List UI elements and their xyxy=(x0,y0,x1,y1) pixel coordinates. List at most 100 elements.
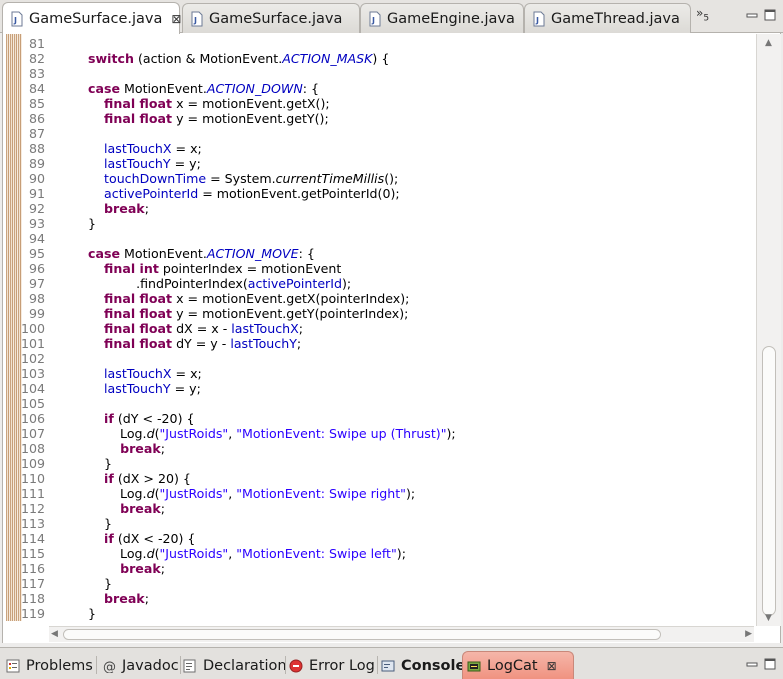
code-text: if (dY < -20) { xyxy=(56,411,194,426)
code-line[interactable]: 101 final float dY = y - lastTouchY; xyxy=(3,336,753,351)
keyword-token: switch xyxy=(88,51,134,66)
code-line[interactable]: 104 lastTouchY = y; xyxy=(3,381,753,396)
tab-javadoc[interactable]: @ Javadoc xyxy=(102,651,179,679)
code-text: switch (action & MotionEvent.ACTION_MASK… xyxy=(56,51,389,66)
code-line[interactable]: 89 lastTouchY = y; xyxy=(3,156,753,171)
code-text: lastTouchY = y; xyxy=(56,156,201,171)
java-file-icon: J xyxy=(191,11,203,27)
line-number: 81 xyxy=(28,36,45,51)
tab-logcat-active[interactable]: LogCat ⊠ xyxy=(462,651,574,679)
vertical-scroll-thumb[interactable] xyxy=(762,346,776,616)
editor-tab-gamesurface[interactable]: J GameSurface.java xyxy=(182,3,360,33)
code-line[interactable]: 111 Log.d("JustRoids", "MotionEvent: Swi… xyxy=(3,486,753,501)
vertical-scrollbar[interactable]: ▲ ▼ xyxy=(756,34,781,626)
code-line[interactable]: 106 if (dY < -20) { xyxy=(3,411,753,426)
tab-overflow-chevron[interactable]: »5 xyxy=(696,6,709,23)
tab-declaration[interactable]: Declaration xyxy=(183,651,287,679)
scroll-left-icon[interactable]: ◀ xyxy=(51,629,58,639)
code-line[interactable]: 107 Log.d("JustRoids", "MotionEvent: Swi… xyxy=(3,426,753,441)
code-line[interactable]: 108 break; xyxy=(3,441,753,456)
editor-tab-label: GameSurface.java xyxy=(29,10,163,27)
code-text: .findPointerIndex(activePointerId); xyxy=(56,276,351,291)
code-editor[interactable]: 81 82 switch (action & MotionEvent.ACTIO… xyxy=(2,33,781,643)
code-line[interactable]: 113 } xyxy=(3,516,753,531)
code-line[interactable]: 103 lastTouchX = x; xyxy=(3,366,753,381)
error-log-icon xyxy=(289,659,303,673)
code-line[interactable]: 109 } xyxy=(3,456,753,471)
code-line[interactable]: 98 final float x = motionEvent.getX(poin… xyxy=(3,291,753,306)
code-line[interactable]: 110 if (dX > 20) { xyxy=(3,471,753,486)
code-line[interactable]: 85 final float x = motionEvent.getX(); xyxy=(3,96,753,111)
code-lines[interactable]: 81 82 switch (action & MotionEvent.ACTIO… xyxy=(3,36,753,621)
code-line[interactable]: 90 touchDownTime = System.currentTimeMil… xyxy=(3,171,753,186)
code-token: = x; xyxy=(171,366,202,381)
line-number: 101 xyxy=(20,336,45,351)
scroll-right-icon[interactable]: ▶ xyxy=(745,629,752,639)
code-token: ) { xyxy=(372,51,390,66)
code-line[interactable]: 96 final int pointerIndex = motionEvent xyxy=(3,261,753,276)
line-number: 119 xyxy=(20,606,45,621)
code-text: break; xyxy=(56,201,149,216)
code-token: (dX < -20) { xyxy=(113,531,196,546)
view-tab-label: LogCat xyxy=(487,658,538,674)
code-line[interactable]: 102 xyxy=(3,351,753,366)
code-line[interactable]: 88 lastTouchX = x; xyxy=(3,141,753,156)
code-line[interactable]: 91 activePointerId = motionEvent.getPoin… xyxy=(3,186,753,201)
tab-problems[interactable]: Problems xyxy=(6,651,93,679)
code-line[interactable]: 81 xyxy=(3,36,753,51)
code-text: } xyxy=(56,216,96,231)
code-line[interactable]: 116 break; xyxy=(3,561,753,576)
javadoc-icon: @ xyxy=(102,659,116,675)
code-line[interactable]: 118 break; xyxy=(3,591,753,606)
code-line[interactable]: 114 if (dX < -20) { xyxy=(3,531,753,546)
editor-tab-gamethread[interactable]: J GameThread.java xyxy=(524,3,691,33)
code-line[interactable]: 119 } xyxy=(3,606,753,621)
code-line[interactable]: 100 final float dX = x - lastTouchX; xyxy=(3,321,753,336)
code-line[interactable]: 112 break; xyxy=(3,501,753,516)
code-line[interactable]: 117 } xyxy=(3,576,753,591)
line-number: 104 xyxy=(20,381,45,396)
keyword-token: final float xyxy=(104,321,173,336)
scroll-down-icon[interactable]: ▼ xyxy=(765,613,772,623)
code-line[interactable]: 93 } xyxy=(3,216,753,231)
editor-tab-gamesurface-active[interactable]: J GameSurface.java ⊠ xyxy=(2,2,181,34)
maximize-icon[interactable] xyxy=(763,8,777,22)
tab-console[interactable]: Console xyxy=(381,651,465,679)
code-line[interactable]: 95 case MotionEvent.ACTION_MOVE: { xyxy=(3,246,753,261)
close-icon[interactable]: ⊠ xyxy=(547,659,557,673)
horizontal-scrollbar[interactable]: ◀ ▶ xyxy=(49,626,754,642)
maximize-icon[interactable] xyxy=(763,657,777,671)
code-token: = y; xyxy=(170,156,201,171)
close-icon[interactable]: ⊠ xyxy=(171,12,181,26)
code-line[interactable]: 92 break; xyxy=(3,201,753,216)
code-line[interactable]: 105 xyxy=(3,396,753,411)
minimize-icon[interactable] xyxy=(745,8,759,22)
view-tab-label: Javadoc xyxy=(122,657,179,674)
code-token: = y; xyxy=(170,381,201,396)
tab-divider xyxy=(377,656,378,674)
code-line[interactable]: 86 final float y = motionEvent.getY(); xyxy=(3,111,753,126)
code-line[interactable]: 87 xyxy=(3,126,753,141)
code-token: ); xyxy=(341,276,352,291)
code-line[interactable]: 115 Log.d("JustRoids", "MotionEvent: Swi… xyxy=(3,546,753,561)
minimize-icon[interactable] xyxy=(745,657,759,671)
tab-error-log[interactable]: Error Log xyxy=(289,651,375,679)
code-line[interactable]: 82 switch (action & MotionEvent.ACTION_M… xyxy=(3,51,753,66)
code-line[interactable]: 99 final float y = motionEvent.getY(poin… xyxy=(3,306,753,321)
code-line[interactable]: 97 .findPointerIndex(activePointerId); xyxy=(3,276,753,291)
horizontal-scroll-thumb[interactable] xyxy=(63,629,661,640)
code-line[interactable]: 94 xyxy=(3,231,753,246)
scroll-up-icon[interactable]: ▲ xyxy=(765,38,772,48)
code-text: final float dY = y - lastTouchY; xyxy=(56,336,301,351)
code-text: final int pointerIndex = motionEvent xyxy=(56,261,341,276)
line-number: 113 xyxy=(20,516,45,531)
code-token: y = motionEvent.getY(pointerIndex); xyxy=(172,306,409,321)
code-line[interactable]: 83 xyxy=(3,66,753,81)
editor-tab-gameengine[interactable]: J GameEngine.java xyxy=(360,3,524,33)
keyword-token: final float xyxy=(104,306,173,321)
code-line[interactable]: 84 case MotionEvent.ACTION_DOWN: { xyxy=(3,81,753,96)
